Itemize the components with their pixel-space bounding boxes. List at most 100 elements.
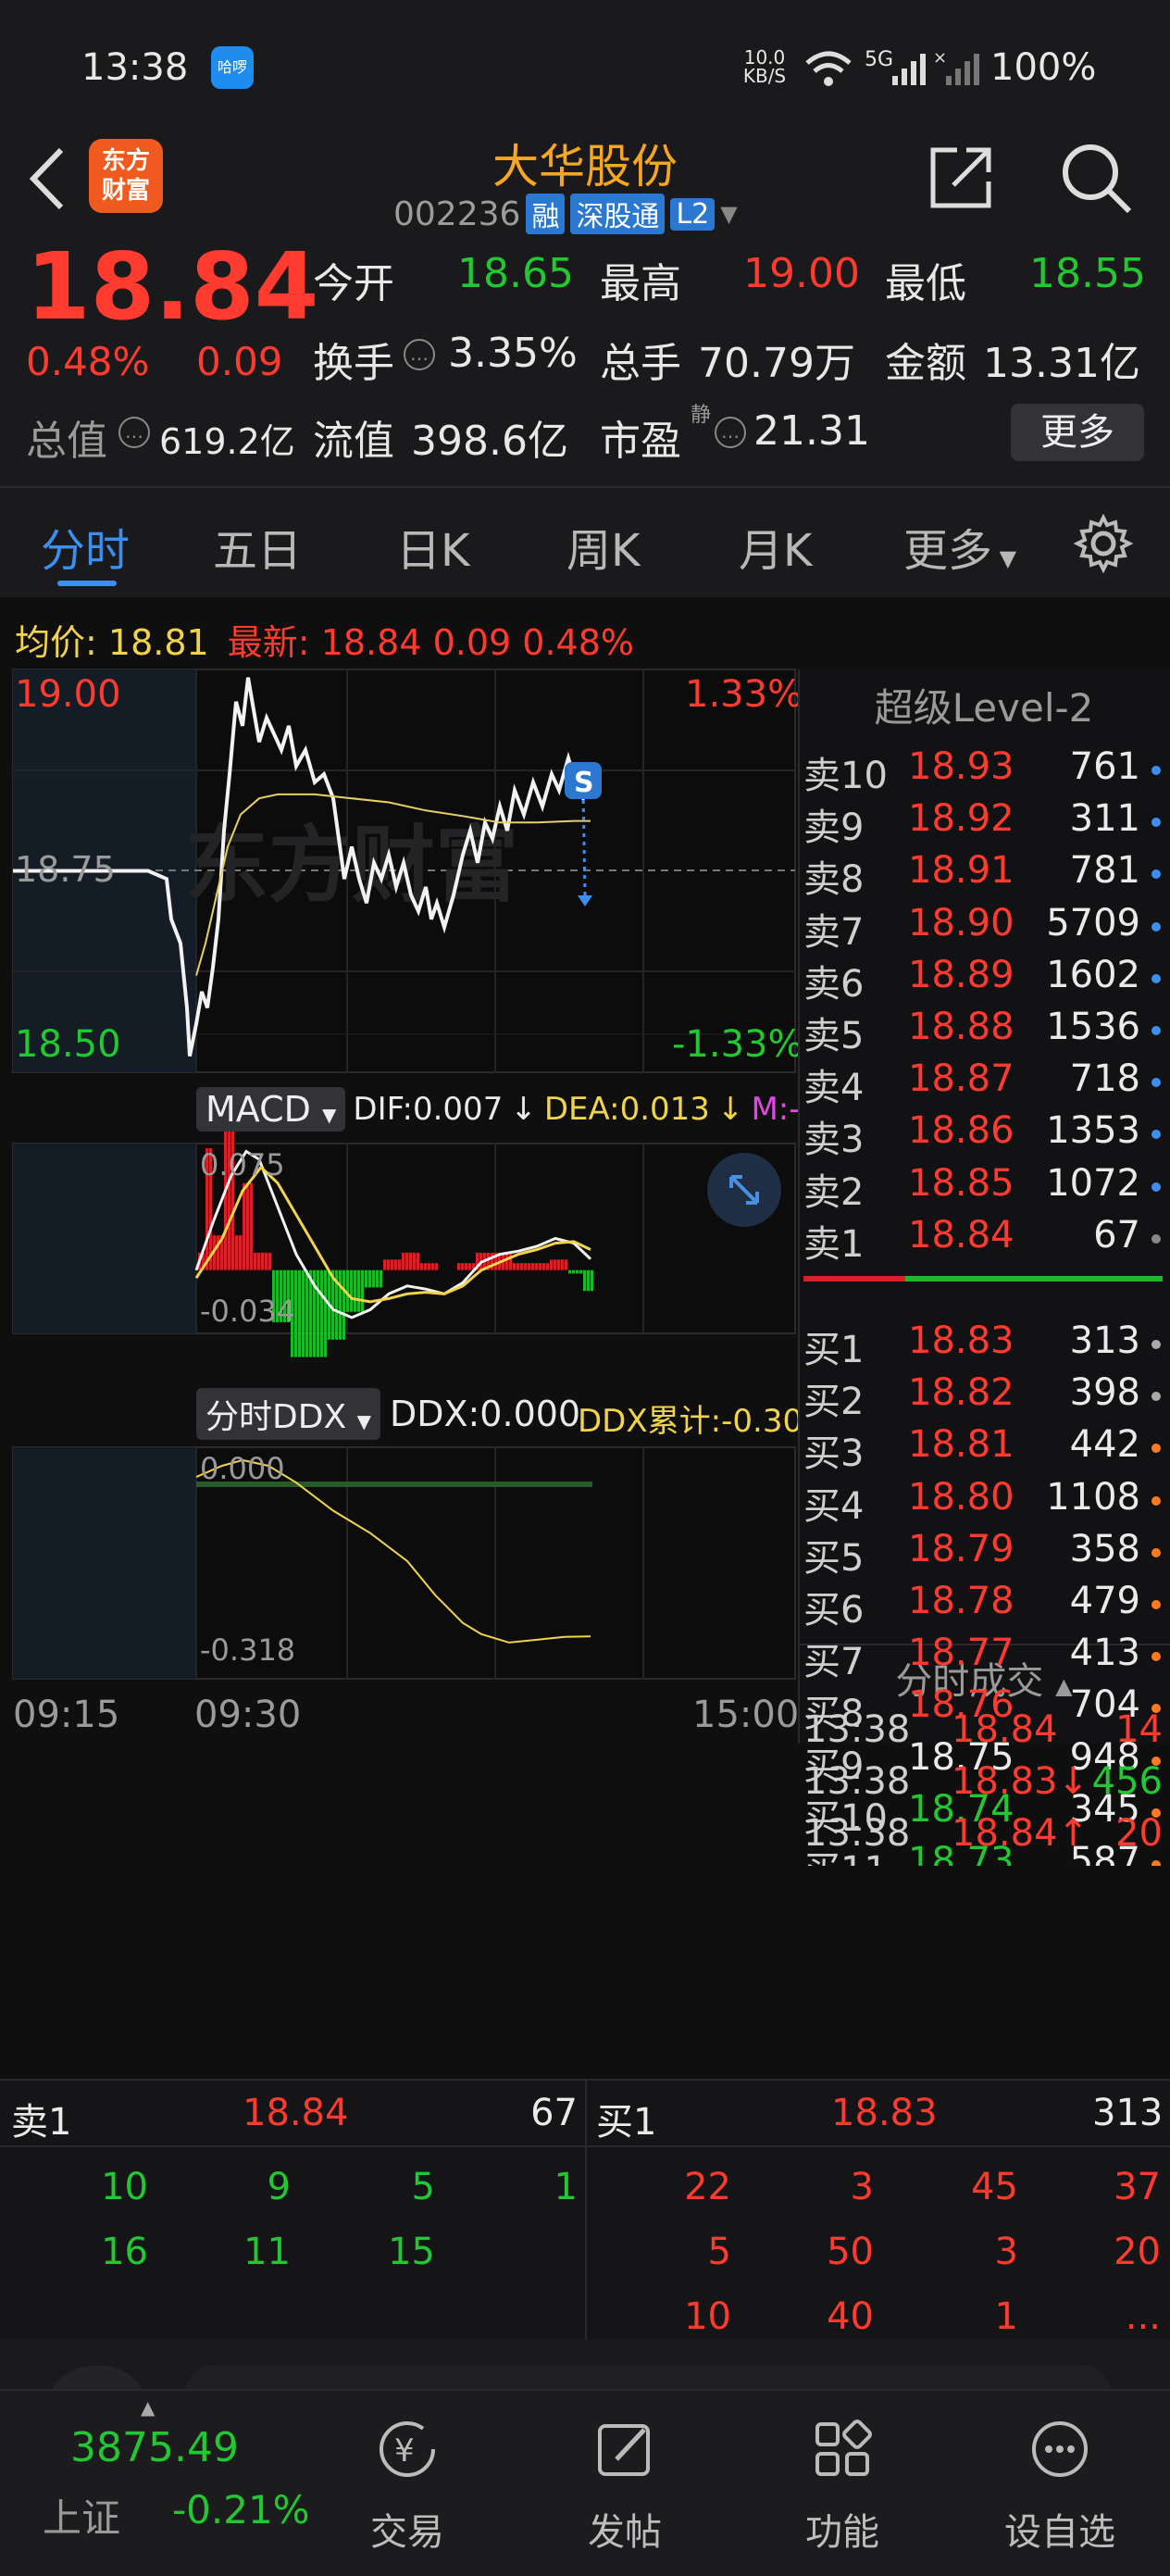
tab-weekly-k[interactable]: 周K bbox=[566, 514, 640, 579]
margin-tag: 融 bbox=[526, 194, 566, 234]
queue-sell-order: 10 bbox=[101, 2166, 148, 2208]
macd-bar bbox=[339, 1269, 342, 1340]
tick-row: 13:38 18.83↓ 456 bbox=[803, 1760, 1170, 1812]
level-label: 买7 bbox=[803, 1641, 865, 1684]
change-amount: 0.09 bbox=[196, 339, 283, 384]
signal-icon bbox=[892, 54, 926, 85]
buys-row[interactable]: 买2 18.82 398 bbox=[803, 1371, 1170, 1423]
tab-monthly-k[interactable]: 月K bbox=[739, 514, 812, 579]
queue-sell1-label: 卖1 bbox=[11, 2101, 72, 2144]
info-icon[interactable]: … bbox=[715, 417, 746, 448]
level-label: 卖6 bbox=[803, 962, 865, 1006]
bid-ask-bar-red bbox=[803, 1276, 905, 1282]
queue-buy-order: 50 bbox=[827, 2231, 874, 2273]
current-price: 18.84 bbox=[26, 232, 319, 341]
level-dot bbox=[1151, 1495, 1161, 1506]
sells-row[interactable]: 卖6 18.89 1602 bbox=[803, 954, 1170, 1006]
level-dot bbox=[1151, 921, 1161, 932]
buys-row[interactable]: 买4 18.80 1108 bbox=[803, 1476, 1170, 1528]
tab-five-day[interactable]: 五日 bbox=[213, 514, 302, 579]
s-marker-text: S bbox=[574, 767, 594, 799]
sells-row[interactable]: 卖1 18.84 67 bbox=[803, 1214, 1170, 1266]
sells-row[interactable]: 卖4 18.87 718 bbox=[803, 1057, 1170, 1109]
level-label: 卖2 bbox=[803, 1170, 865, 1214]
queue-buy-order: 20 bbox=[1114, 2231, 1161, 2273]
signal-2-icon: × bbox=[933, 50, 979, 85]
nav-trade[interactable]: ¥ 交易 bbox=[324, 2391, 491, 2576]
wifi-icon bbox=[805, 51, 852, 86]
level-label: 买3 bbox=[803, 1432, 865, 1476]
level-price: 18.78 bbox=[908, 1580, 1014, 1622]
level-volume: 479 bbox=[1069, 1580, 1140, 1622]
volume-label: 总手 bbox=[600, 340, 681, 387]
nav-features[interactable]: 功能 bbox=[759, 2391, 926, 2576]
macd-bar bbox=[531, 1263, 534, 1270]
high-value: 19.00 bbox=[743, 250, 860, 297]
tab-intraday[interactable]: 分时 bbox=[41, 514, 130, 579]
macd-bar bbox=[402, 1252, 405, 1270]
level-volume: 1353 bbox=[1046, 1109, 1140, 1153]
info-icon[interactable]: … bbox=[404, 339, 435, 370]
level-dot bbox=[1151, 1392, 1161, 1402]
ddx-indicator-select[interactable]: 分时DDX ▼ bbox=[196, 1388, 380, 1440]
tab-daily-k[interactable]: 日K bbox=[396, 514, 469, 579]
nav-watchlist[interactable]: 设自选 bbox=[977, 2391, 1143, 2576]
buys-row[interactable]: 买1 18.83 313 bbox=[803, 1319, 1170, 1371]
index-ticker[interactable]: ▲ 3875.49 上证 -0.21% bbox=[0, 2391, 315, 2576]
time-start: 09:15 bbox=[13, 1694, 120, 1736]
macd-bar bbox=[298, 1269, 301, 1357]
macd-bar bbox=[261, 1252, 264, 1270]
level-price: 18.91 bbox=[908, 849, 1014, 893]
buys-row[interactable]: 买7 18.77 413 bbox=[803, 1632, 1170, 1683]
expand-button[interactable] bbox=[707, 1153, 781, 1227]
level-label: 卖3 bbox=[803, 1119, 865, 1162]
share-icon[interactable] bbox=[926, 143, 996, 213]
macd-bar bbox=[387, 1259, 390, 1270]
level2-title[interactable]: 超级Level-2 bbox=[798, 677, 1170, 733]
gear-icon[interactable] bbox=[1074, 514, 1133, 573]
level-dot bbox=[1151, 766, 1161, 775]
tick-price: 18.83↓ bbox=[952, 1760, 1089, 1803]
macd-bar bbox=[257, 1252, 260, 1270]
macd-bar bbox=[587, 1269, 590, 1292]
buys-row[interactable]: 买5 18.79 358 bbox=[803, 1528, 1170, 1580]
chart-area: 均价: 18.81 最新: 18.84 0.09 0.48% 东方财富 S 19… bbox=[0, 597, 1170, 2079]
macd-bar bbox=[380, 1269, 382, 1288]
level-price: 18.81 bbox=[908, 1423, 1014, 1467]
nav-post[interactable]: 发帖 bbox=[541, 2391, 708, 2576]
sells-row[interactable]: 卖2 18.85 1072 bbox=[803, 1162, 1170, 1214]
open-label: 今开 bbox=[313, 260, 394, 307]
macd-indicator-select[interactable]: MACD ▼ bbox=[196, 1087, 346, 1132]
queue-buy1-price: 18.83 bbox=[831, 2092, 938, 2134]
macd-bar bbox=[420, 1263, 423, 1270]
turnover-value: 3.35% bbox=[448, 330, 578, 377]
tab-more[interactable]: 更多 ▼ bbox=[903, 514, 1016, 579]
info-icon[interactable]: … bbox=[118, 417, 150, 448]
search-icon[interactable] bbox=[1059, 141, 1133, 215]
trade-icon: ¥ bbox=[380, 2421, 435, 2477]
macd-bar bbox=[509, 1252, 512, 1270]
queue-buy-order: 22 bbox=[684, 2166, 731, 2208]
dropdown-icon[interactable]: ▼ bbox=[720, 201, 737, 227]
sells-row[interactable]: 卖8 18.91 781 bbox=[803, 849, 1170, 901]
edit-icon bbox=[598, 2424, 650, 2476]
buys-row[interactable]: 买3 18.81 442 bbox=[803, 1423, 1170, 1475]
sells-row[interactable]: 卖10 18.93 761 bbox=[803, 745, 1170, 797]
sells-row[interactable]: 卖5 18.88 1536 bbox=[803, 1006, 1170, 1057]
net-speed: 10.0 KB/S bbox=[742, 46, 787, 87]
sells-row[interactable]: 卖9 18.92 311 bbox=[803, 797, 1170, 849]
queue-sell-order: 5 bbox=[411, 2166, 435, 2208]
intraday-chart[interactable]: 东方财富 S bbox=[0, 597, 798, 2079]
queue-buy-order: 40 bbox=[827, 2295, 874, 2338]
macd-dif: DIF:0.007 bbox=[353, 1091, 504, 1128]
level-price: 18.87 bbox=[908, 1057, 1014, 1101]
sells-row[interactable]: 卖3 18.86 1353 bbox=[803, 1109, 1170, 1161]
level-dot bbox=[1151, 973, 1161, 983]
pe-value: 21.31 bbox=[753, 407, 870, 455]
sells-row[interactable]: 卖7 18.90 5709 bbox=[803, 902, 1170, 954]
macd-bar bbox=[431, 1263, 434, 1270]
buys-row[interactable]: 买6 18.78 479 bbox=[803, 1580, 1170, 1632]
more-button[interactable]: 更多 bbox=[1011, 404, 1144, 461]
expand-icon bbox=[729, 1175, 759, 1205]
l2-tag: L2 bbox=[670, 197, 716, 231]
